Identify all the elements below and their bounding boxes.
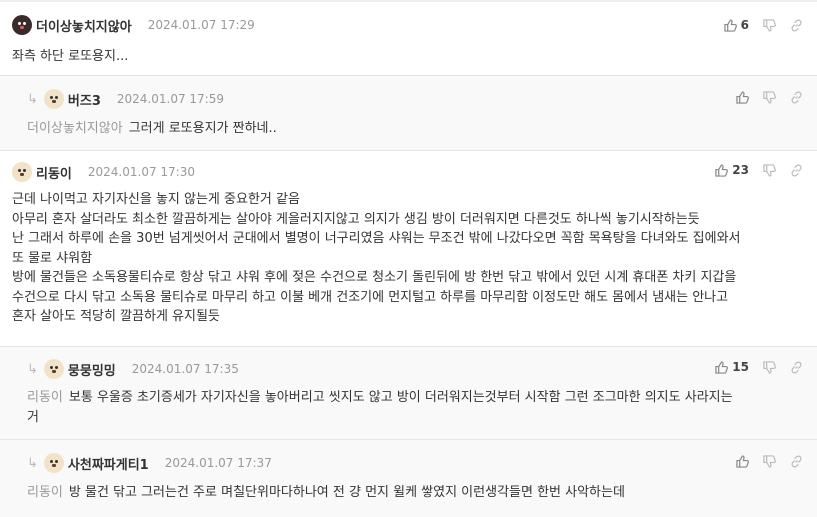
comment-line: 더이상놓치지않아 그러게 로또용지가 짠하네.. [27, 121, 277, 136]
avatar [12, 15, 32, 35]
avatar [43, 453, 64, 473]
comment-date: 2024.01.07 17:29 [147, 18, 255, 32]
comment-line: 또 물로 샤워함 [12, 250, 93, 266]
comment-date: 2024.01.07 17:37 [164, 456, 272, 470]
reply-comment: ↳ 사천짜파게티1 2024.01.07 17:37 리동이 방 물건 닦고 그러… [0, 440, 817, 517]
link-button[interactable] [790, 455, 803, 468]
link-button[interactable] [790, 164, 803, 177]
thumbs-up-icon [715, 163, 729, 177]
comment-line: 난 그래서 하루에 손을 30번 넘게씻어서 군대에서 별명이 너구리였음 샤워… [12, 231, 741, 246]
downvote-button[interactable] [763, 18, 776, 32]
comment-line: 방에 물건들은 소독용물티슈로 항상 닦고 샤워 후에 젖은 수건으로 청소기 … [12, 270, 737, 285]
reply-arrow-icon: ↳ [27, 91, 38, 107]
thumbs-up-icon [723, 18, 737, 32]
mention[interactable]: 더이상놓치지않아 [27, 121, 123, 136]
upvote-button[interactable]: 23 [715, 163, 749, 177]
comment: 리동이 2024.01.07 17:30 23 근데 나이먹고 자기자신을 놓지… [0, 151, 817, 347]
upvote-count: 23 [732, 163, 749, 177]
thumbs-down-icon [763, 163, 776, 177]
link-button[interactable] [790, 91, 803, 104]
comment-line: 근데 나이먹고 자기자신을 놓지 않는게 중요한거 같음 [12, 192, 300, 207]
link-icon [791, 455, 802, 467]
upvote-button[interactable]: 6 [723, 18, 749, 32]
comment-line: 좌측 하단 로또용지... [12, 49, 129, 64]
link-button[interactable] [790, 361, 803, 374]
comment-author[interactable]: 사천짜파게티1 [68, 454, 149, 473]
comment-line: 리동이 방 물건 닦고 그러는건 주로 며칠단위마다하나여 전 걍 먼지 윌케 쌓… [27, 485, 625, 500]
comment-line: 리동이 보통 우울증 초기증세가 자기자신을 놓아버리고 씻지도 않고 방이 더러… [27, 390, 733, 405]
comment-date: 2024.01.07 17:35 [131, 362, 239, 376]
link-icon [791, 91, 802, 103]
mention[interactable]: 리동이 [27, 390, 63, 405]
reply-comment: ↳ 뭉뭉밍밍 2024.01.07 17:35 15 리동이 보통 우울증 초기증… [0, 347, 817, 440]
avatar [12, 162, 32, 182]
upvote-count: 15 [732, 360, 749, 374]
link-button[interactable] [790, 19, 803, 32]
downvote-button[interactable] [763, 454, 776, 468]
thumbs-down-icon [763, 360, 776, 374]
link-icon [791, 361, 802, 373]
link-icon [791, 164, 802, 176]
mention[interactable]: 리동이 [27, 485, 63, 500]
upvote-count: 6 [740, 18, 749, 32]
comment-date: 2024.01.07 17:59 [116, 92, 224, 106]
comment: 더이상놓치지않아 2024.01.07 17:29 6 좌측 하단 로또용지..… [0, 2, 817, 76]
comment-line: 수건으로 다시 닦고 소독용 물티슈로 마무리 하고 이불 베개 건조기에 먼지… [12, 289, 729, 305]
reply-comment: ↳ 버즈3 2024.01.07 17:59 더이상놓치지않아 그러게 로또용지가… [0, 76, 817, 151]
thumbs-up-icon [736, 454, 749, 468]
comment-author[interactable]: 더이상놓치지않아 [36, 16, 132, 35]
downvote-button[interactable] [763, 163, 776, 177]
comment-line: 아무리 혼자 살더라도 최소한 깔끔하게는 살아야 게을러지지않고 의지가 생김… [12, 211, 700, 227]
upvote-button[interactable] [736, 90, 749, 104]
avatar [43, 89, 64, 109]
comment-author[interactable]: 리동이 [36, 163, 72, 182]
thumbs-down-icon [763, 18, 776, 32]
comment-author[interactable]: 뭉뭉밍밍 [68, 360, 116, 379]
reply-arrow-icon: ↳ [27, 361, 38, 377]
reply-arrow-icon: ↳ [27, 455, 38, 471]
comment-line: 거 [27, 409, 39, 425]
comment-date: 2024.01.07 17:30 [87, 165, 195, 179]
downvote-button[interactable] [763, 360, 776, 374]
link-icon [791, 19, 802, 31]
comment-line: 혼자 살아도 적당히 깔끔하게 유지될듯 [12, 309, 220, 324]
thumbs-down-icon [763, 90, 776, 104]
thumbs-up-icon [715, 360, 729, 374]
comment-author[interactable]: 버즈3 [68, 90, 101, 109]
avatar [43, 359, 64, 379]
thumbs-down-icon [763, 454, 776, 468]
downvote-button[interactable] [763, 90, 776, 104]
upvote-button[interactable]: 15 [715, 360, 749, 374]
thumbs-up-icon [736, 90, 749, 104]
upvote-button[interactable] [736, 454, 749, 468]
